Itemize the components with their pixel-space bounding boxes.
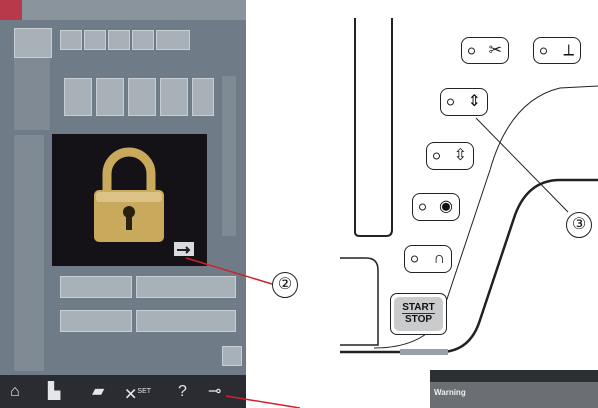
presser-foot-button[interactable]: ⇕ [440, 88, 488, 116]
stop-label: STOP [404, 314, 433, 325]
start-stop-button[interactable]: START STOP [390, 293, 447, 335]
presser-foot-icon: ⇕ [467, 93, 481, 110]
warning-header [430, 370, 598, 382]
scissors-icon: ✂ [488, 41, 502, 59]
needle-up-down-button[interactable]: ⇳ [426, 142, 474, 170]
start-stop-face: START STOP [394, 297, 443, 331]
button-led [447, 98, 454, 106]
callout-lines [185, 18, 598, 408]
button-led [468, 47, 475, 54]
needle-threader-button[interactable]: ⟂ [533, 37, 581, 64]
reverse-button[interactable]: ∩ [404, 245, 452, 273]
reverse-icon: ∩ [433, 250, 446, 267]
button-led [540, 47, 547, 54]
warning-title: Warning [434, 388, 466, 397]
warning-thumbnail: Warning [430, 370, 598, 408]
thread-cutter-button[interactable]: ✂ [461, 37, 509, 64]
needle-up-down-icon: ⇳ [453, 147, 467, 164]
start-label: START [402, 302, 435, 314]
callout-3: ③ [566, 212, 592, 238]
threader-icon: ⟂ [563, 41, 574, 59]
button-led [419, 203, 426, 211]
button-led [433, 152, 440, 160]
button-led [411, 255, 418, 263]
auto-lock-button[interactable]: ◉ [412, 193, 460, 221]
callout-2: ② [272, 272, 298, 298]
auto-lock-icon: ◉ [439, 198, 453, 215]
